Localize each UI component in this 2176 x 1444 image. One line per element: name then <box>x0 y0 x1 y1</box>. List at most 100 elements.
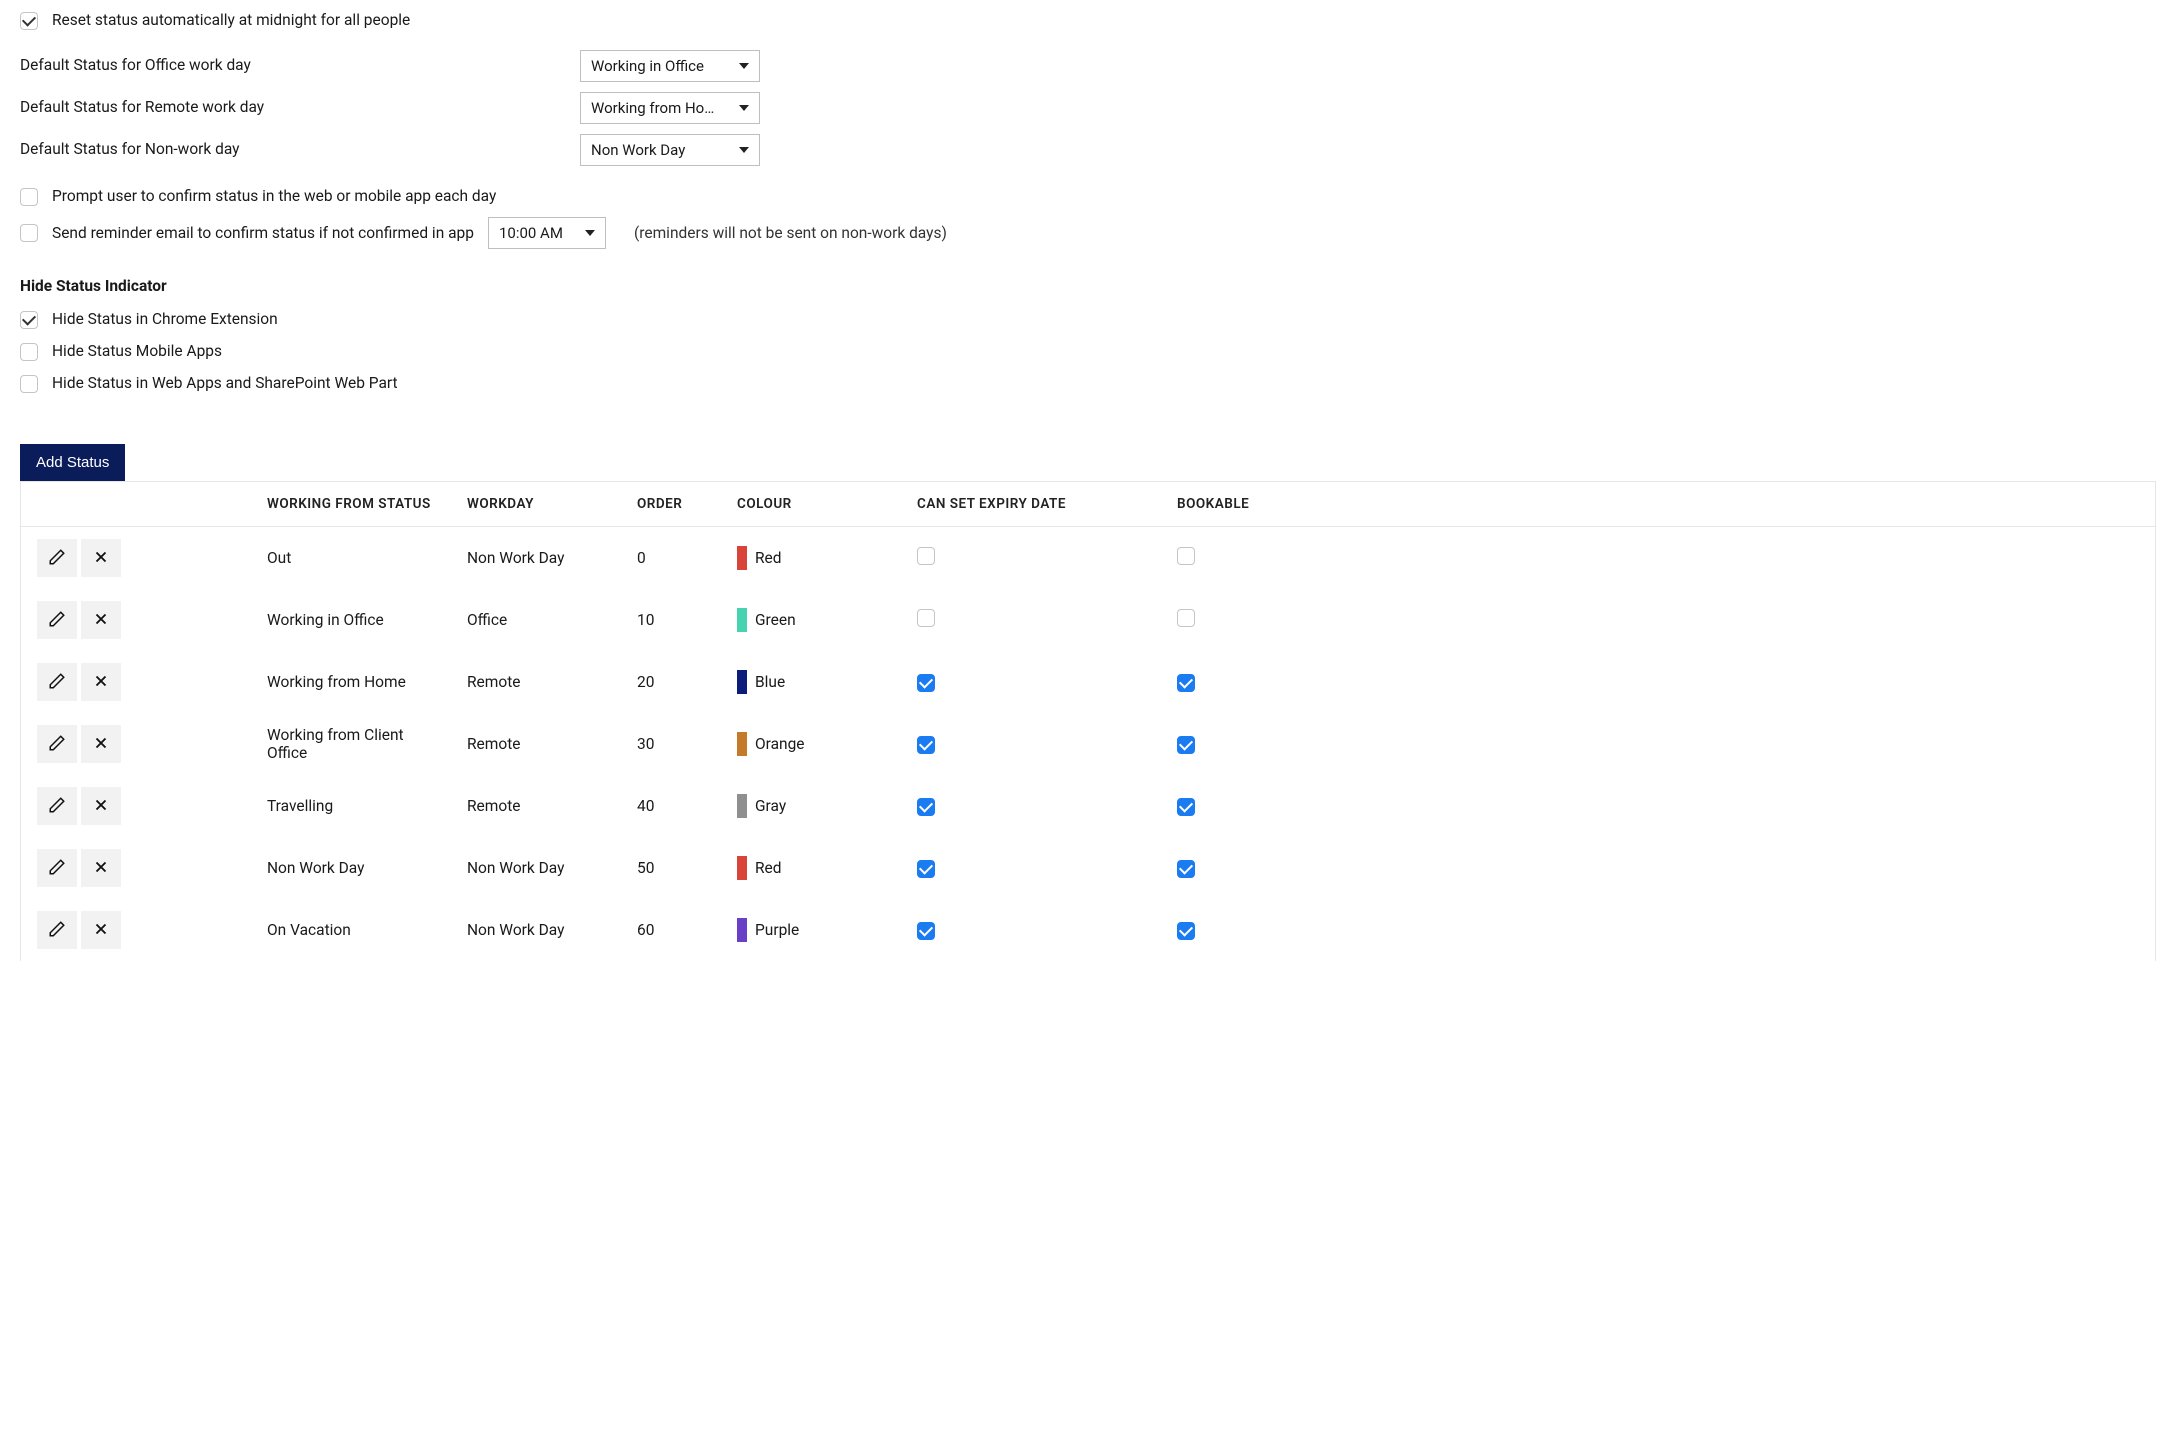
hide-web-checkbox[interactable] <box>20 375 38 393</box>
bookable-checkbox[interactable] <box>1177 674 1195 692</box>
table-row: Working from Client OfficeRemote30Orange <box>21 713 2155 775</box>
edit-button[interactable] <box>37 663 77 701</box>
prompt-confirm-label: Prompt user to confirm status in the web… <box>52 186 496 208</box>
status-cell: Working from Client Office <box>251 713 451 775</box>
edit-button[interactable] <box>37 911 77 949</box>
hide-chrome-row: Hide Status in Chrome Extension <box>20 309 2156 331</box>
colour-cell: Blue <box>721 651 901 713</box>
expiry-checkbox[interactable] <box>917 609 935 627</box>
delete-button[interactable] <box>81 849 121 887</box>
hide-chrome-label: Hide Status in Chrome Extension <box>52 309 278 331</box>
default-remote-label: Default Status for Remote work day <box>20 97 580 119</box>
status-cell: Out <box>251 527 451 590</box>
order-cell: 20 <box>621 651 721 713</box>
reminder-email-label: Send reminder email to confirm status if… <box>52 223 474 245</box>
reset-midnight-label: Reset status automatically at midnight f… <box>52 10 410 32</box>
delete-button[interactable] <box>81 787 121 825</box>
expiry-checkbox[interactable] <box>917 860 935 878</box>
colour-cell: Gray <box>721 775 901 837</box>
default-office-label: Default Status for Office work day <box>20 55 580 77</box>
status-table: WORKING FROM STATUS WORKDAY ORDER COLOUR… <box>21 482 2155 961</box>
expiry-checkbox[interactable] <box>917 922 935 940</box>
close-icon <box>92 672 110 693</box>
colour-swatch <box>737 608 747 632</box>
delete-button[interactable] <box>81 539 121 577</box>
colour-name: Blue <box>755 673 785 691</box>
colour-name: Gray <box>755 797 786 815</box>
bookable-checkbox[interactable] <box>1177 922 1195 940</box>
bookable-checkbox[interactable] <box>1177 860 1195 878</box>
workday-cell: Non Work Day <box>451 899 621 961</box>
expiry-checkbox[interactable] <box>917 674 935 692</box>
expiry-checkbox[interactable] <box>917 547 935 565</box>
edit-button[interactable] <box>37 601 77 639</box>
pencil-icon <box>48 548 66 569</box>
delete-button[interactable] <box>81 911 121 949</box>
order-cell: 30 <box>621 713 721 775</box>
edit-button[interactable] <box>37 849 77 887</box>
workday-cell: Non Work Day <box>451 527 621 590</box>
colour-name: Red <box>755 859 782 877</box>
reminder-email-checkbox[interactable] <box>20 224 38 242</box>
chevron-down-icon <box>739 105 749 111</box>
colour-cell: Red <box>721 527 901 590</box>
colour-name: Green <box>755 611 796 629</box>
reminder-time-select[interactable]: 10:00 AM <box>488 217 606 249</box>
pencil-icon <box>48 610 66 631</box>
chevron-down-icon <box>585 230 595 236</box>
prompt-confirm-checkbox[interactable] <box>20 188 38 206</box>
delete-button[interactable] <box>81 601 121 639</box>
colour-cell: Green <box>721 589 901 651</box>
colour-swatch <box>737 670 747 694</box>
table-row: Working in OfficeOffice10Green <box>21 589 2155 651</box>
reminder-email-row: Send reminder email to confirm status if… <box>20 217 2156 249</box>
hide-chrome-checkbox[interactable] <box>20 311 38 329</box>
pencil-icon <box>48 796 66 817</box>
edit-button[interactable] <box>37 725 77 763</box>
table-row: Working from HomeRemote20Blue <box>21 651 2155 713</box>
table-row: On VacationNon Work Day60Purple <box>21 899 2155 961</box>
pencil-icon <box>48 858 66 879</box>
default-remote-select[interactable]: Working from Ho… <box>580 92 760 124</box>
default-office-select[interactable]: Working in Office <box>580 50 760 82</box>
edit-button[interactable] <box>37 787 77 825</box>
bookable-checkbox[interactable] <box>1177 547 1195 565</box>
status-cell: Travelling <box>251 775 451 837</box>
pencil-icon <box>48 672 66 693</box>
status-cell: Working from Home <box>251 651 451 713</box>
hide-mobile-row: Hide Status Mobile Apps <box>20 341 2156 363</box>
edit-button[interactable] <box>37 539 77 577</box>
default-nonwork-select[interactable]: Non Work Day <box>580 134 760 166</box>
colour-swatch <box>737 918 747 942</box>
close-icon <box>92 920 110 941</box>
order-cell: 0 <box>621 527 721 590</box>
expiry-checkbox[interactable] <box>917 736 935 754</box>
header-workday: WORKDAY <box>451 482 621 527</box>
expiry-checkbox[interactable] <box>917 798 935 816</box>
table-header-row: WORKING FROM STATUS WORKDAY ORDER COLOUR… <box>21 482 2155 527</box>
delete-button[interactable] <box>81 663 121 701</box>
hide-web-label: Hide Status in Web Apps and SharePoint W… <box>52 373 398 395</box>
hide-web-row: Hide Status in Web Apps and SharePoint W… <box>20 373 2156 395</box>
order-cell: 60 <box>621 899 721 961</box>
bookable-checkbox[interactable] <box>1177 798 1195 816</box>
default-nonwork-value: Non Work Day <box>591 141 685 159</box>
close-icon <box>92 796 110 817</box>
status-cell: On Vacation <box>251 899 451 961</box>
bookable-checkbox[interactable] <box>1177 609 1195 627</box>
status-table-wrap: WORKING FROM STATUS WORKDAY ORDER COLOUR… <box>20 481 2156 961</box>
colour-swatch <box>737 794 747 818</box>
hide-mobile-checkbox[interactable] <box>20 343 38 361</box>
workday-cell: Non Work Day <box>451 837 621 899</box>
bookable-checkbox[interactable] <box>1177 736 1195 754</box>
colour-cell: Red <box>721 837 901 899</box>
close-icon <box>92 734 110 755</box>
delete-button[interactable] <box>81 725 121 763</box>
header-colour: COLOUR <box>721 482 901 527</box>
order-cell: 50 <box>621 837 721 899</box>
reminder-note: (reminders will not be sent on non-work … <box>634 224 947 242</box>
reset-midnight-checkbox[interactable] <box>20 12 38 30</box>
colour-cell: Orange <box>721 713 901 775</box>
colour-cell: Purple <box>721 899 901 961</box>
add-status-button[interactable]: Add Status <box>20 444 125 481</box>
